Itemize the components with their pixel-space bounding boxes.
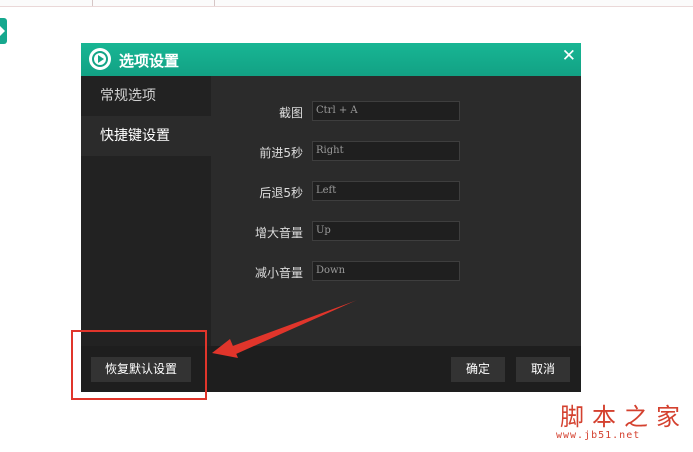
watermark-url: www.jb51.net [556, 430, 641, 441]
watermark-logo: 脚本之家 [560, 403, 688, 431]
annotation-arrow-icon [212, 300, 357, 358]
